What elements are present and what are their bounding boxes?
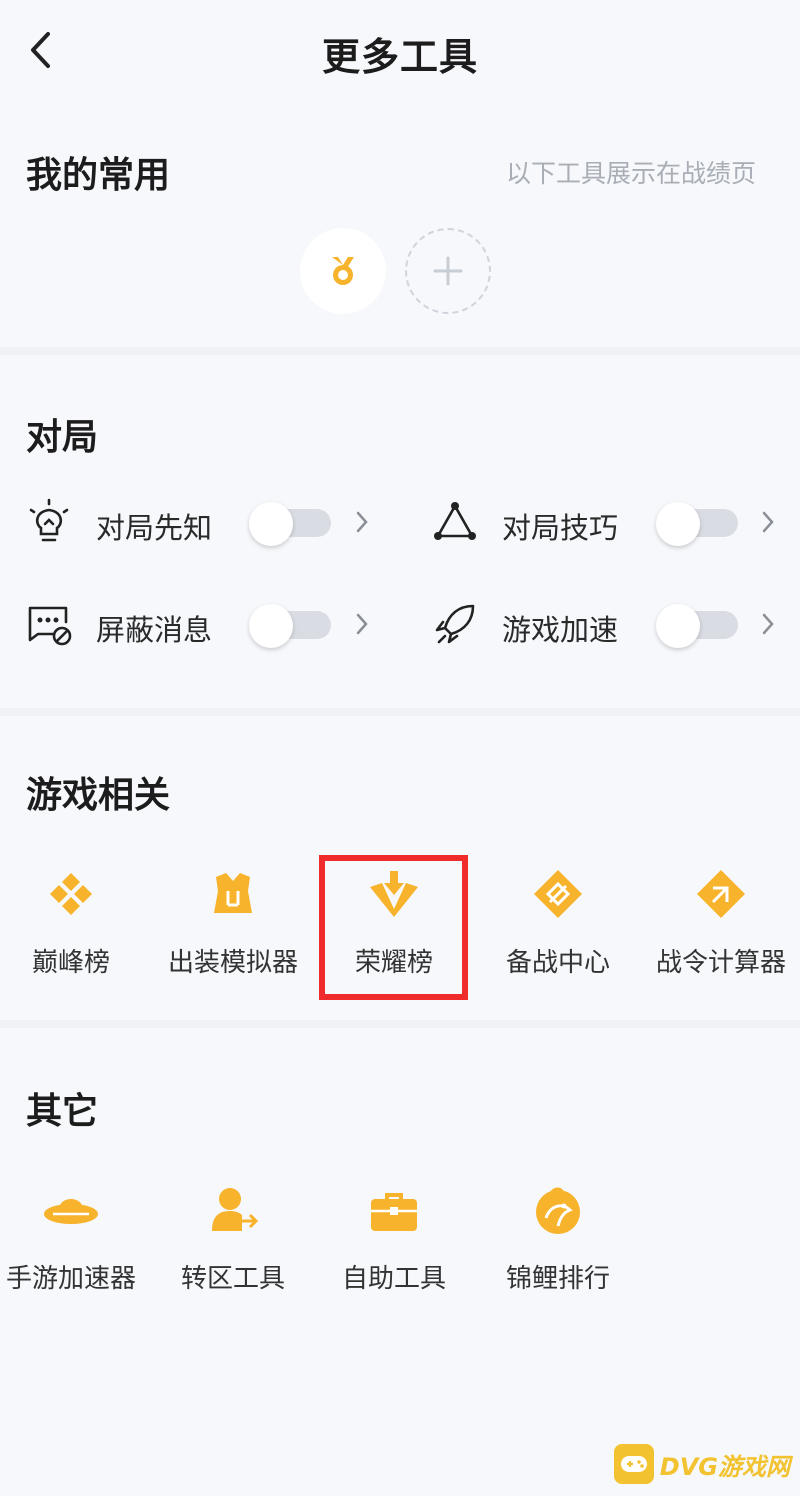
- tool-label: 备战中心: [505, 948, 610, 978]
- tool-label: 出装模拟器: [167, 948, 298, 978]
- chevron-right-icon[interactable]: [758, 607, 778, 641]
- favorites-section-title: 我的常用: [26, 155, 171, 196]
- tool-battle-pass-calculator[interactable]: 战令计算器: [646, 862, 796, 992]
- favorites-hint: 以下工具展示在战绩页: [505, 159, 756, 188]
- tool-server-transfer[interactable]: 转区工具: [158, 1178, 308, 1308]
- toggle-match-tips[interactable]: [656, 502, 740, 546]
- gamepad-icon: [613, 1444, 654, 1484]
- toggle-block-messages[interactable]: [249, 604, 333, 648]
- chevron-right-icon[interactable]: [352, 505, 372, 539]
- tool-label: 战令计算器: [655, 948, 786, 978]
- chevron-right-icon[interactable]: [758, 505, 778, 539]
- section-divider: [0, 1020, 800, 1028]
- row-label-match-prophet: 对局先知: [96, 511, 213, 545]
- highlight-box: [319, 855, 468, 1000]
- rocket-icon: [430, 599, 480, 649]
- tool-battle-prep-center[interactable]: 备战中心: [483, 862, 633, 992]
- tool-label: 巅峰榜: [31, 948, 110, 978]
- battle-prep-icon: [526, 862, 590, 926]
- user-transfer-icon: [201, 1178, 265, 1242]
- tool-label: 手游加速器: [5, 1264, 136, 1294]
- tool-label: 转区工具: [180, 1264, 285, 1294]
- medal-icon: [332, 257, 354, 285]
- chat-block-icon: [24, 599, 74, 649]
- koi-fish-icon: [526, 1178, 590, 1242]
- watermark: DVG游戏网: [613, 1442, 790, 1486]
- tool-label: 自助工具: [341, 1264, 446, 1294]
- tool-mobile-booster[interactable]: 手游加速器: [0, 1178, 146, 1308]
- equipment-sim-icon: [201, 862, 265, 926]
- row-label-game-boost: 游戏加速: [502, 613, 619, 647]
- triangle-nodes-icon: [430, 497, 480, 547]
- add-favorite-button[interactable]: [405, 228, 491, 314]
- other-section-title: 其它: [26, 1091, 99, 1132]
- game-section-title: 游戏相关: [26, 775, 171, 816]
- section-divider: [0, 347, 800, 355]
- toolbox-icon: [362, 1178, 426, 1242]
- row-label-match-tips: 对局技巧: [502, 511, 619, 545]
- battle-pass-calc-icon: [689, 862, 753, 926]
- ufo-booster-icon: [39, 1178, 103, 1242]
- match-section-title: 对局: [26, 417, 99, 458]
- section-divider: [0, 708, 800, 716]
- toggle-game-boost[interactable]: [656, 604, 740, 648]
- tool-peak-rank[interactable]: 巅峰榜: [0, 862, 146, 992]
- peak-rank-icon: [39, 862, 103, 926]
- tool-equipment-simulator[interactable]: 出装模拟器: [158, 862, 308, 992]
- tool-koi-rank[interactable]: 锦鲤排行: [483, 1178, 633, 1308]
- toggle-match-prophet[interactable]: [249, 502, 333, 546]
- tool-self-service[interactable]: 自助工具: [319, 1178, 469, 1308]
- favorite-slot-medal[interactable]: [300, 228, 386, 314]
- page-title: 更多工具: [321, 35, 478, 79]
- chevron-right-icon[interactable]: [352, 607, 372, 641]
- row-label-block-messages: 屏蔽消息: [96, 613, 213, 647]
- tool-label: 锦鲤排行: [505, 1264, 610, 1294]
- watermark-text: DVG游戏网: [659, 1452, 790, 1481]
- lightbulb-icon: [24, 497, 74, 547]
- plus-icon: [433, 256, 463, 286]
